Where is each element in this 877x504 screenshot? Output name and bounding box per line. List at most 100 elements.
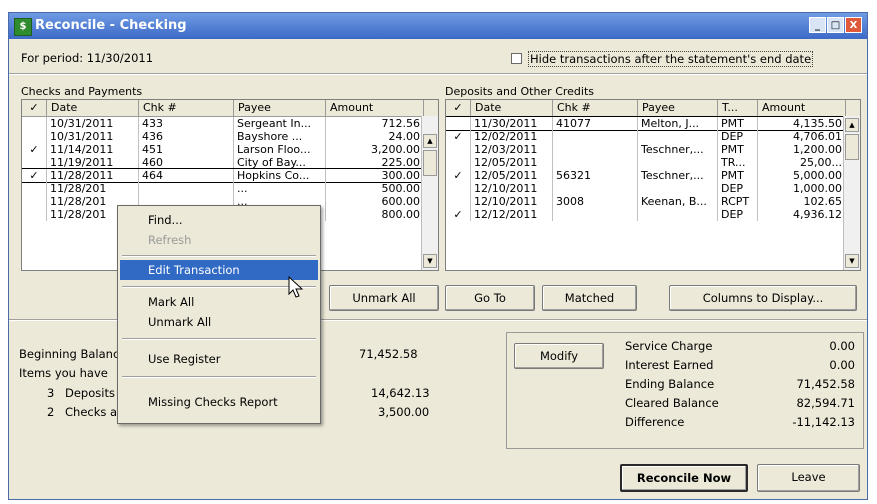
cell-date: 11/28/201 <box>47 182 139 195</box>
cell-num <box>553 130 638 143</box>
scroll-thumb[interactable] <box>423 150 437 176</box>
cell-amount: 4,706.01 <box>758 130 846 143</box>
col-check[interactable]: ✓ <box>446 100 471 116</box>
menu-unmark-all[interactable]: Unmark All <box>120 312 318 332</box>
col-check[interactable]: ✓ <box>22 100 47 116</box>
cell-payee: Larson Floo... <box>234 143 326 156</box>
period-label: For period: 11/30/2011 <box>21 51 154 65</box>
cell-amount: 1,200.00 <box>758 143 846 156</box>
cell-amount: 1,000.00 <box>758 182 846 195</box>
table-row[interactable]: ✓ 12/02/2011 DEP 4,706.01 <box>446 130 846 143</box>
table-row[interactable]: 12/10/2011 DEP 1,000.00 <box>446 182 846 195</box>
table-row[interactable]: 12/03/2011 Teschner,... PMT 1,200.00 <box>446 143 846 156</box>
cell-check <box>22 195 47 208</box>
table-row[interactable]: 12/10/2011 3008 Keenan, B... RCPT 102.65 <box>446 195 846 208</box>
scroll-down-icon[interactable]: ▼ <box>423 254 437 268</box>
go-to-button[interactable]: Go To <box>445 285 535 311</box>
columns-to-display-button[interactable]: Columns to Display... <box>669 285 857 311</box>
cell-date: 11/28/2011 <box>47 169 139 182</box>
col-payee[interactable]: Payee <box>638 100 718 116</box>
reconcile-now-button[interactable]: Reconcile Now <box>620 464 748 492</box>
cell-amount: 5,000.00 <box>758 169 846 182</box>
cell-check: ✓ <box>22 169 47 182</box>
cell-type: DEP <box>718 182 758 195</box>
table-row[interactable]: ✓ 12/12/2011 DEP 4,936.12 <box>446 208 846 221</box>
checks-title: Checks and Payments <box>21 85 143 98</box>
menu-separator <box>122 376 316 378</box>
col-chk-num[interactable]: Chk # <box>553 100 638 116</box>
cell-amount: 800.00 <box>326 208 424 221</box>
cell-num: 451 <box>139 143 234 156</box>
deposits-header: ✓ Date Chk # Payee T... Amount <box>446 100 860 117</box>
table-row[interactable]: 11/19/2011 460 City of Bay... 225.00 <box>22 156 424 169</box>
balance-label: Difference <box>625 415 685 429</box>
close-button[interactable]: X <box>845 17 862 33</box>
cell-type: PMT <box>718 143 758 156</box>
cell-payee: Bayshore ... <box>234 130 326 143</box>
table-row[interactable]: 10/31/2011 436 Bayshore ... 24.00 <box>22 130 424 143</box>
balance-value: 0.00 <box>829 358 855 372</box>
col-date[interactable]: Date <box>47 100 139 116</box>
cell-check <box>446 117 471 130</box>
menu-use-register[interactable]: Use Register <box>120 349 318 369</box>
scroll-up-icon[interactable]: ▲ <box>423 134 437 148</box>
matched-button[interactable]: Matched <box>542 285 637 311</box>
table-row[interactable]: ✓ 11/28/2011 464 Hopkins Co... 300.00 <box>22 168 425 183</box>
col-chk-num[interactable]: Chk # <box>139 100 234 116</box>
col-type[interactable]: T... <box>718 100 758 116</box>
leave-button[interactable]: Leave <box>757 464 860 492</box>
menu-find[interactable]: Find... <box>120 210 318 230</box>
unmark-all-button[interactable]: Unmark All <box>329 285 439 311</box>
cell-payee: City of Bay... <box>234 156 326 169</box>
scroll-thumb[interactable] <box>845 134 859 160</box>
table-row[interactable]: ✓ 12/05/2011 56321 Teschner,... PMT 5,000.00 <box>446 169 846 182</box>
maximize-button[interactable]: □ <box>827 17 844 33</box>
balance-label: Interest Earned <box>625 358 714 372</box>
checks-scrollbar[interactable]: ▲ ▼ <box>421 116 438 270</box>
app-icon: $ <box>14 18 32 36</box>
cell-num: 41077 <box>553 117 638 130</box>
beginning-balance-label: Beginning Balanc <box>19 347 120 361</box>
table-row[interactable]: 11/30/2011 41077 Melton, J... PMT 4,135.50 <box>446 116 847 131</box>
cell-type: TR... <box>718 156 758 169</box>
cell-num: 56321 <box>553 169 638 182</box>
checks-label: Checks a <box>65 405 118 419</box>
balance-value: 71,452.58 <box>796 377 855 391</box>
cell-check <box>446 182 471 195</box>
menu-missing-checks-report[interactable]: Missing Checks Report <box>120 392 318 412</box>
menu-refresh[interactable]: Refresh <box>120 230 318 250</box>
scroll-down-icon[interactable]: ▼ <box>845 254 859 268</box>
balance-value: 82,594.71 <box>796 396 855 410</box>
cell-amount: 4,936.12 <box>758 208 846 221</box>
col-payee[interactable]: Payee <box>234 100 326 116</box>
col-amount[interactable]: Amount <box>758 100 846 116</box>
cell-payee: Keenan, B... <box>638 195 718 208</box>
col-date[interactable]: Date <box>471 100 553 116</box>
cell-num <box>553 182 638 195</box>
scroll-up-icon[interactable]: ▲ <box>845 118 859 132</box>
minimize-button[interactable]: _ <box>809 17 826 33</box>
cell-payee: ... <box>234 182 326 195</box>
cell-num: 433 <box>139 117 234 130</box>
deposits-scrollbar[interactable]: ▲ ▼ <box>843 116 860 270</box>
cell-date: 10/31/2011 <box>47 117 139 130</box>
checks-header: ✓ Date Chk # Payee Amount <box>22 100 438 117</box>
menu-separator <box>122 255 316 257</box>
balance-label: Service Charge <box>625 339 713 353</box>
hide-transactions-label[interactable]: Hide transactions after the statement's … <box>528 51 814 67</box>
deposits-count: 3 <box>47 386 55 400</box>
deposits-label: Deposits <box>65 386 115 400</box>
hide-transactions-checkbox[interactable] <box>511 53 522 64</box>
beginning-balance-value: 71,452.58 <box>359 347 418 361</box>
table-row[interactable]: 12/05/2011 TR... 25,00... <box>446 156 846 169</box>
cell-amount: 102.65 <box>758 195 846 208</box>
table-row[interactable]: 10/31/2011 433 Sergeant In... 712.56 <box>22 117 424 130</box>
table-row[interactable]: 11/28/201... 500.00 <box>22 182 424 195</box>
col-amount[interactable]: Amount <box>326 100 424 116</box>
cell-check: ✓ <box>446 169 471 182</box>
deposits-table[interactable]: ✓ Date Chk # Payee T... Amount 11/30/201… <box>445 99 861 271</box>
cell-check <box>446 156 471 169</box>
cell-num: 460 <box>139 156 234 169</box>
modify-button[interactable]: Modify <box>514 343 604 369</box>
table-row[interactable]: ✓ 11/14/2011 451 Larson Floo... 3,200.00 <box>22 143 424 156</box>
